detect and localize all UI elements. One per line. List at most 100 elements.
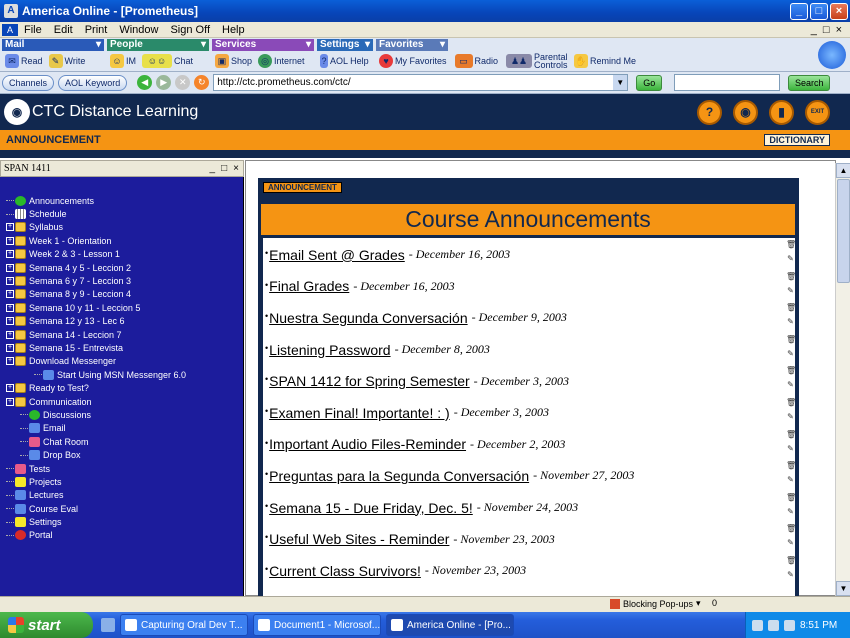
reload-icon[interactable]: ↻ (194, 75, 210, 90)
expand-icon[interactable]: + (6, 277, 14, 286)
edit-icon[interactable]: ✎ (786, 538, 795, 547)
tray-icon[interactable] (752, 619, 763, 631)
expand-icon[interactable]: + (6, 317, 14, 326)
menu-sign-off[interactable]: Sign Off (164, 24, 216, 36)
announcement-link[interactable]: Semana 15 - Due Friday, Dec. 5! (269, 500, 473, 516)
scroll-down-icon[interactable]: ▼ (836, 581, 850, 596)
scroll-up-icon[interactable]: ▲ (836, 163, 850, 178)
trash-icon[interactable]: 🗑 (786, 493, 796, 502)
close-button[interactable]: × (830, 2, 848, 20)
sidebar-item[interactable]: Announcements (0, 194, 243, 207)
settings-menu[interactable]: Settings ▾ (317, 39, 373, 51)
sidebar-item[interactable]: Email (0, 422, 243, 435)
sidebar-item[interactable]: Drop Box (0, 448, 243, 461)
sidebar-item[interactable]: + Semana 10 y 11 - Leccion 5 (0, 301, 243, 314)
sidebar-item[interactable]: + Semana 14 - Leccion 7 (0, 328, 243, 341)
network-icon[interactable] (784, 619, 795, 631)
sidebar-item[interactable]: Lectures (0, 489, 243, 502)
sidebar-item[interactable]: + Communication (0, 395, 243, 408)
expand-icon[interactable]: + (6, 330, 14, 339)
popup-blocker[interactable]: Blocking Pop-ups ▾ (610, 598, 701, 609)
trash-icon[interactable]: 🗑 (786, 430, 796, 439)
edit-icon[interactable]: ✎ (786, 475, 795, 484)
expand-icon[interactable]: + (6, 397, 14, 406)
expand-icon[interactable]: + (6, 236, 14, 245)
trash-icon[interactable]: 🗑 (786, 335, 796, 344)
help-button[interactable]: ? (697, 99, 722, 125)
edit-icon[interactable]: ✎ (786, 570, 795, 579)
announcement-link[interactable]: Examen Final! Importante! : ) (269, 405, 450, 421)
announcement-link[interactable]: Listening Password (269, 342, 390, 358)
trash-icon[interactable]: 🗑 (786, 366, 796, 375)
scroll-thumb[interactable] (837, 179, 850, 283)
sidebar-item[interactable]: + Week 1 - Orientation (0, 234, 243, 247)
inner-restore-button[interactable]: □ (823, 24, 830, 36)
volume-icon[interactable] (768, 619, 779, 631)
menu-print[interactable]: Print (79, 24, 114, 36)
document-button[interactable]: ▮ (769, 99, 794, 125)
vertical-scrollbar[interactable]: ▲ ▼ (835, 163, 850, 596)
expand-icon[interactable]: + (6, 263, 14, 272)
sidebar-item[interactable]: Schedule (0, 207, 243, 220)
edit-icon[interactable]: ✎ (786, 254, 795, 263)
edit-icon[interactable]: ✎ (786, 412, 795, 421)
radio-button[interactable]: ▭ Radio (454, 54, 498, 68)
edit-icon[interactable]: ✎ (786, 286, 795, 295)
sidebar-item[interactable]: Discussions (0, 408, 243, 421)
search-button[interactable]: Search (788, 74, 831, 91)
mail-menu[interactable]: Mail ▾ (2, 39, 104, 51)
trash-icon[interactable]: 🗑 (786, 240, 796, 249)
url-dropdown-icon[interactable]: ▼ (613, 75, 628, 90)
expand-icon[interactable]: + (6, 290, 14, 299)
aol-keyword-button[interactable]: AOL Keyword (58, 74, 128, 91)
expand-icon[interactable]: + (6, 343, 14, 352)
edit-icon[interactable]: ✎ (786, 317, 795, 326)
edit-icon[interactable]: ✎ (786, 380, 795, 389)
announcement-link[interactable]: Preguntas para la Segunda Conversación (269, 468, 529, 484)
people-menu[interactable]: People ▾ (107, 39, 209, 51)
edit-icon[interactable]: ✎ (786, 444, 795, 453)
internet-button[interactable]: ◎ Internet (258, 54, 305, 68)
task-capturing[interactable]: Capturing Oral Dev T... (120, 614, 248, 636)
favorites-menu[interactable]: Favorites ▾ (376, 39, 448, 51)
sidebar-item[interactable]: Portal (0, 529, 243, 542)
inner-minimize-button[interactable]: _ (811, 24, 817, 36)
sidebar-item[interactable]: Settings (0, 515, 243, 528)
trash-icon[interactable]: 🗑 (786, 272, 796, 281)
chat-button[interactable]: ☺☺ Chat (142, 54, 193, 68)
trash-icon[interactable]: 🗑 (786, 524, 796, 533)
sidebar-item[interactable]: + Week 2 & 3 - Lesson 1 (0, 248, 243, 261)
im-button[interactable]: ☺ IM (110, 54, 136, 68)
sidebar-item[interactable]: + Semana 15 - Entrevista (0, 341, 243, 354)
expand-icon[interactable]: + (6, 250, 14, 259)
my-favorites-button[interactable]: ♥ My Favorites (379, 54, 447, 68)
announcement-link[interactable]: SPAN 1412 for Spring Semester (269, 373, 470, 389)
maximize-button[interactable]: □ (810, 2, 828, 20)
aol-help-button[interactable]: ? AOL Help (320, 54, 369, 68)
search-input[interactable] (674, 74, 781, 91)
stop-icon[interactable]: ✕ (175, 75, 191, 90)
sidebar-item[interactable]: + Semana 12 y 13 - Lec 6 (0, 315, 243, 328)
sidebar-item[interactable]: Tests (0, 462, 243, 475)
menu-help[interactable]: Help (216, 24, 251, 36)
minimize-button[interactable]: _ (790, 2, 808, 20)
read-mail-button[interactable]: ✉ Read (5, 54, 43, 68)
announcement-link[interactable]: Current Class Survivors! (269, 563, 421, 579)
sidebar-item[interactable]: + Semana 8 y 9 - Leccion 4 (0, 288, 243, 301)
exit-button[interactable]: EXIT (805, 99, 830, 125)
announcement-link[interactable]: Email Sent @ Grades (269, 247, 405, 263)
sidebar-item[interactable]: Start Using MSN Messenger 6.0 (0, 368, 243, 381)
inner-close-button[interactable]: × (836, 24, 842, 36)
trash-icon[interactable]: 🗑 (786, 398, 796, 407)
shop-button[interactable]: ▣ Shop (215, 54, 252, 68)
write-mail-button[interactable]: ✎ Write (48, 54, 85, 68)
menu-window[interactable]: Window (113, 24, 164, 36)
announcement-link[interactable]: Final Grades (269, 278, 349, 294)
sidebar-item[interactable]: + Download Messenger (0, 355, 243, 368)
services-menu[interactable]: Services ▾ (212, 39, 314, 51)
aol-menu-icon[interactable]: A (2, 23, 18, 36)
start-button[interactable]: start (0, 612, 93, 638)
forward-icon[interactable]: ▶ (156, 75, 172, 90)
url-input[interactable]: http://ctc.prometheus.com/ctc/▼ (213, 74, 629, 91)
announcement-link[interactable]: Important Audio Files-Reminder (269, 436, 466, 452)
